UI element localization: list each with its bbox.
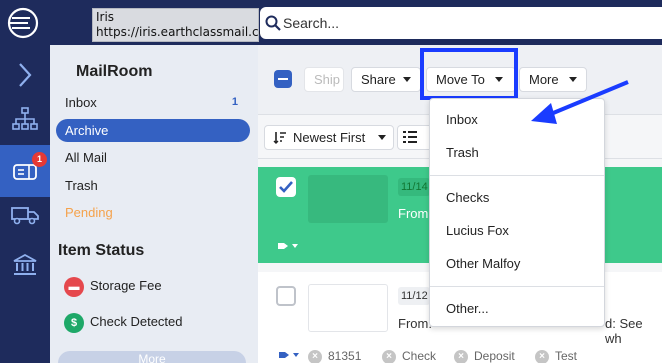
mailroom-sidebar: MailRoom Inbox 1 Archive All Mail Trash … [50, 45, 258, 363]
sidebar-item-archive[interactable]: Archive [56, 119, 250, 142]
tag-chip[interactable]: × 81351 [308, 348, 361, 363]
mail-date: 11/12 [398, 287, 430, 305]
mail-from: From: [398, 316, 432, 331]
sidebar-item-all-mail[interactable]: All Mail [56, 146, 250, 169]
menu-divider [430, 175, 604, 176]
inbox-count: 1 [231, 96, 238, 108]
rail-item-shipping[interactable] [0, 189, 50, 241]
tooltip-url: https://iris.earthclassmail.com [96, 25, 278, 39]
sort-icon [273, 132, 286, 144]
caret-down-icon [378, 135, 386, 140]
menu-item-checks[interactable]: Checks [446, 188, 489, 208]
earthclassmail-logo-icon[interactable] [6, 6, 40, 40]
tag-icon[interactable] [277, 241, 299, 251]
status-more-button[interactable]: More [58, 351, 246, 363]
mail-thumbnail[interactable] [308, 175, 388, 223]
search-bar[interactable] [260, 7, 662, 39]
mail-thumbnail[interactable] [308, 284, 388, 332]
more-actions-label: More [529, 72, 559, 87]
sidebar-item-label: Inbox [65, 95, 97, 110]
sidebar-item-trash[interactable]: Trash [56, 174, 250, 197]
sort-label: Newest First [293, 130, 366, 145]
status-item-check-detected[interactable]: $ Check Detected [64, 311, 183, 333]
search-icon [265, 15, 281, 31]
rail-item-hierarchy[interactable] [0, 93, 50, 145]
dollar-icon: $ [64, 312, 84, 333]
ship-button[interactable]: Ship [304, 67, 344, 92]
tag-chip[interactable]: × Test [535, 348, 577, 363]
annotation-highlight-box [420, 48, 518, 100]
deselect-all-checkbox[interactable] [274, 70, 292, 88]
item-status-title: Item Status [58, 242, 145, 259]
mail-from: From: [398, 206, 432, 221]
chevron-right-icon [19, 63, 32, 87]
bank-icon [13, 253, 37, 275]
icon-rail: 1 [0, 45, 50, 363]
share-button-label: Share [361, 72, 396, 87]
menu-divider [430, 286, 604, 287]
tag-label: Check [402, 349, 437, 363]
sidebar-title: MailRoom [76, 63, 153, 80]
checkmark-icon [279, 181, 293, 193]
truck-icon [11, 207, 39, 225]
sidebar-item-label: All Mail [65, 150, 107, 165]
status-item-storage-fee[interactable]: ▬ Storage Fee [64, 275, 162, 297]
remove-tag-icon[interactable]: × [308, 349, 322, 363]
sidebar-item-pending[interactable]: Pending [56, 201, 250, 224]
sitemap-icon [12, 107, 38, 130]
share-button[interactable]: Share [351, 67, 421, 92]
move-to-menu: Inbox Trash Checks Lucius Fox Other Malf… [429, 98, 605, 327]
mail-date: 11/14 [398, 178, 430, 196]
row-checkbox[interactable] [276, 286, 296, 306]
status-item-label: Check Detected [90, 314, 183, 329]
tag-label: Deposit [474, 349, 515, 363]
sort-dropdown[interactable]: Newest First [264, 125, 394, 150]
mailroom-badge: 1 [32, 152, 47, 167]
tag-chip[interactable]: × Deposit [454, 348, 515, 363]
menu-item-other-malfoy[interactable]: Other Malfoy [446, 254, 520, 274]
status-item-label: Storage Fee [90, 278, 162, 293]
remove-tag-icon[interactable]: × [454, 349, 468, 363]
sidebar-item-label: Archive [65, 123, 109, 138]
tag-icon[interactable] [278, 350, 300, 360]
sidebar-item-inbox[interactable]: Inbox 1 [56, 91, 250, 114]
menu-item-inbox[interactable]: Inbox [446, 110, 478, 130]
search-input[interactable] [283, 11, 653, 35]
caret-down-icon [403, 77, 411, 82]
more-actions-button[interactable]: More [519, 67, 587, 92]
row-checkbox[interactable] [276, 177, 296, 197]
list-icon [403, 131, 417, 143]
view-options-button[interactable] [397, 125, 433, 150]
url-tooltip: Iris https://iris.earthclassmail.com [92, 8, 278, 42]
tag-label: 81351 [328, 349, 362, 363]
tooltip-title: Iris [96, 10, 115, 24]
sidebar-item-label: Pending [65, 205, 113, 220]
tag-label: Test [555, 349, 578, 363]
top-bar: Iris https://iris.earthclassmail.com [0, 0, 662, 45]
sidebar-item-label: Trash [65, 178, 98, 193]
tag-chip[interactable]: × Check [382, 348, 436, 363]
menu-item-trash[interactable]: Trash [446, 143, 479, 163]
menu-item-lucius-fox[interactable]: Lucius Fox [446, 221, 509, 241]
mail-subject-snippet: d: See wh [605, 316, 643, 346]
menu-item-other[interactable]: Other... [446, 299, 489, 319]
storage-box-icon: ▬ [64, 276, 84, 297]
rail-item-bank[interactable] [0, 239, 50, 291]
remove-tag-icon[interactable]: × [535, 349, 549, 363]
caret-down-icon [569, 77, 577, 82]
remove-tag-icon[interactable]: × [382, 349, 396, 363]
